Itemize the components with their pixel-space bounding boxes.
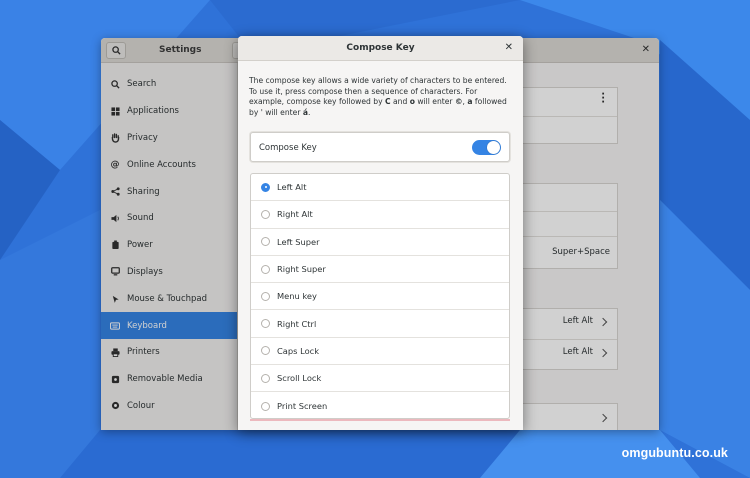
radio-icon[interactable] <box>261 319 270 329</box>
radio-icon[interactable] <box>261 291 270 301</box>
option-right-ctrl[interactable]: Right Ctrl <box>251 310 509 338</box>
compose-key-toggle-label: Compose Key <box>259 143 317 153</box>
dialog-description: The compose key allows a wide variety of… <box>249 76 513 118</box>
option-right-alt[interactable]: Right Alt <box>251 201 509 229</box>
dialog-close-icon[interactable]: ✕ <box>505 42 513 53</box>
option-label: Right Ctrl <box>277 318 317 329</box>
option-label: Left Alt <box>277 182 307 193</box>
compose-key-toggle-row: Compose Key <box>250 132 510 162</box>
desc-text: and <box>390 97 410 107</box>
switch-knob <box>487 141 500 154</box>
radio-icon[interactable] <box>261 237 270 247</box>
compose-key-options-list: Left Alt Right Alt Left Super Right Supe… <box>250 173 510 419</box>
dialog-headerbar: Compose Key ✕ <box>238 36 523 61</box>
list-bottom-edge <box>250 419 510 421</box>
radio-icon[interactable] <box>261 401 270 411</box>
option-left-alt[interactable]: Left Alt <box>251 174 509 202</box>
option-label: Print Screen <box>277 401 328 412</box>
desc-text: will enter <box>414 97 455 107</box>
site-watermark: omgubuntu.co.uk <box>621 446 728 460</box>
radio-icon[interactable] <box>261 264 270 274</box>
option-print-screen[interactable]: Print Screen <box>251 392 509 419</box>
compose-key-switch[interactable] <box>472 140 501 155</box>
option-label: Right Alt <box>277 209 313 220</box>
option-label: Right Super <box>277 264 326 275</box>
option-label: Left Super <box>277 236 320 247</box>
radio-checked-icon[interactable] <box>261 182 270 192</box>
option-label: Caps Lock <box>277 345 320 356</box>
radio-icon[interactable] <box>261 209 270 219</box>
desc-bold-copyright: © <box>454 97 463 107</box>
option-left-super[interactable]: Left Super <box>251 229 509 256</box>
radio-icon[interactable] <box>261 346 270 356</box>
option-scroll-lock[interactable]: Scroll Lock <box>251 365 509 393</box>
radio-icon[interactable] <box>261 373 270 383</box>
desc-text: . <box>307 107 311 117</box>
option-caps-lock[interactable]: Caps Lock <box>251 338 509 366</box>
option-label: Menu key <box>277 291 317 302</box>
dialog-title: Compose Key <box>346 43 415 53</box>
compose-key-dialog: Compose Key ✕ The compose key allows a w… <box>238 36 523 430</box>
option-menu-key[interactable]: Menu key <box>251 283 509 311</box>
option-right-super[interactable]: Right Super <box>251 256 509 284</box>
option-label: Scroll Lock <box>277 373 322 384</box>
